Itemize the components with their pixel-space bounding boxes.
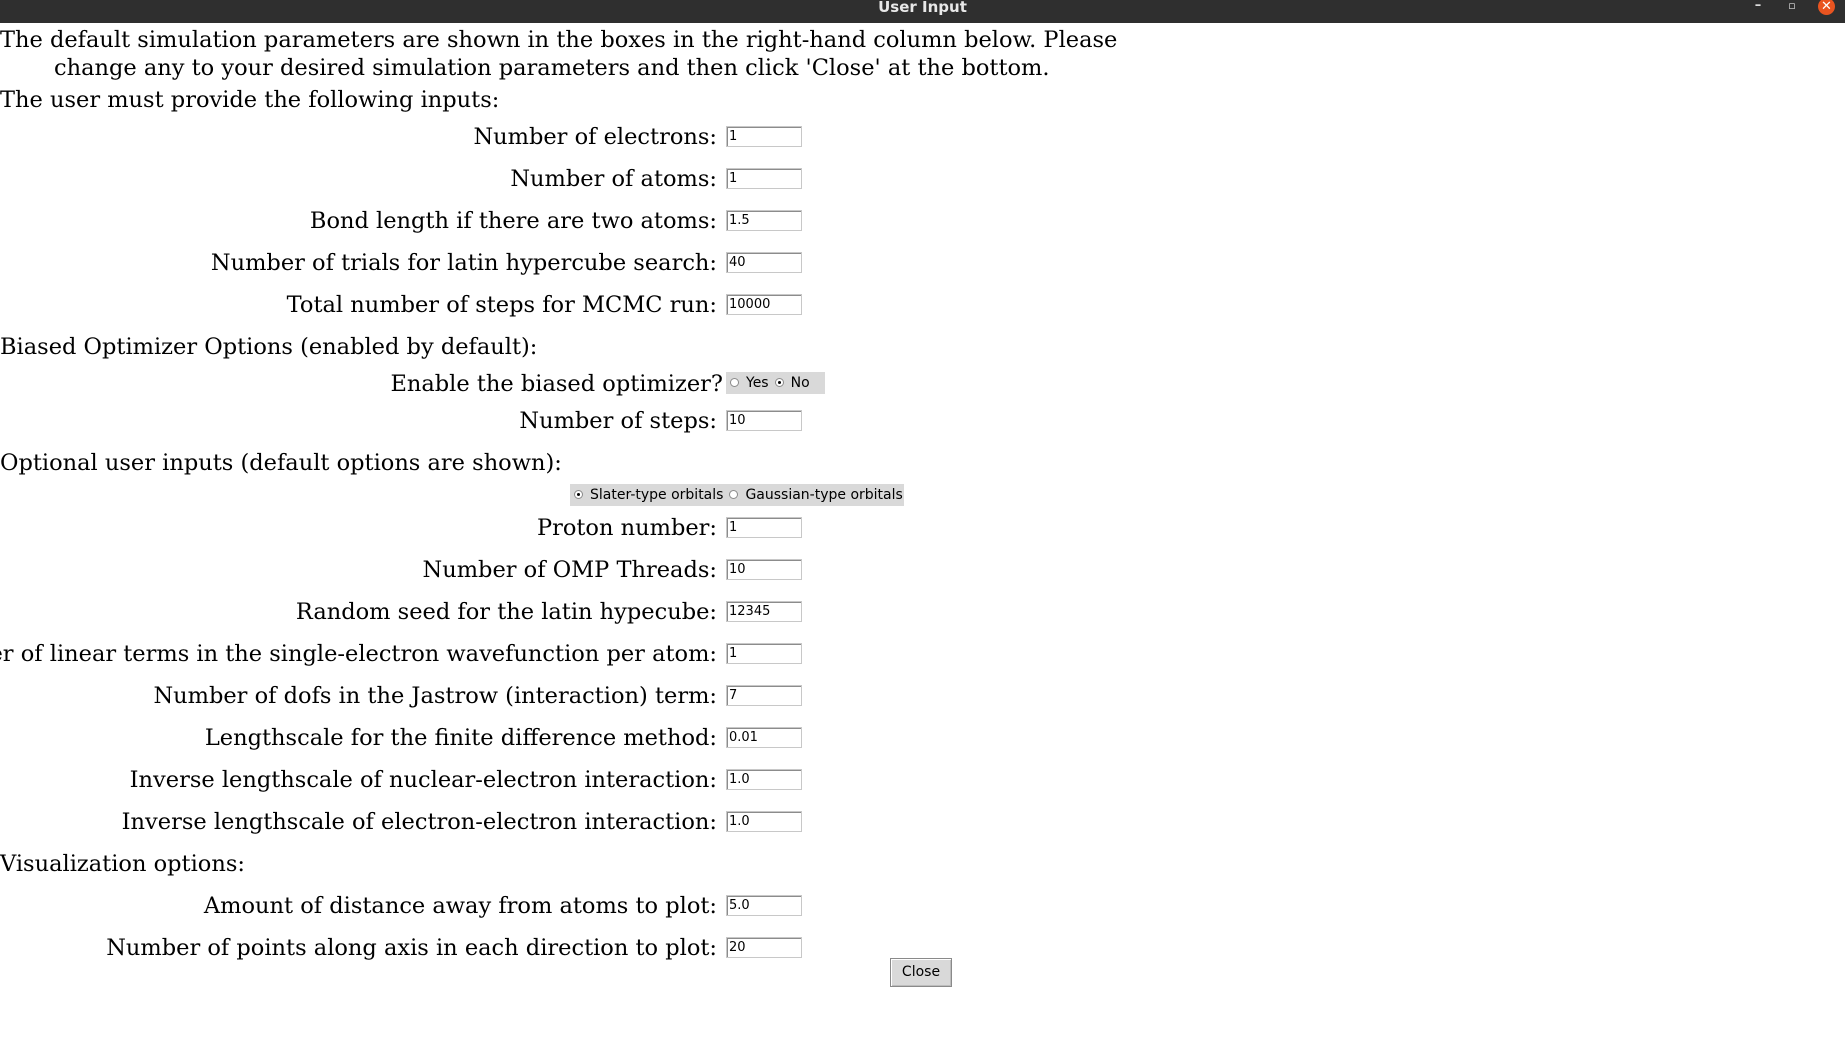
radio-on-icon xyxy=(574,489,583,499)
lhs-trials-input[interactable] xyxy=(726,252,802,273)
biased-optimizer-radio-group: Yes No xyxy=(726,372,825,394)
gaussian-label: Gaussian-type orbitals xyxy=(745,487,903,503)
distance-label: Amount of distance away from atoms to pl… xyxy=(203,893,717,919)
enable-biased-label: Enable the biased optimizer? xyxy=(390,371,723,397)
points-input[interactable] xyxy=(726,937,802,958)
radio-off-icon xyxy=(730,377,739,387)
required-heading: The user must provide the following inpu… xyxy=(0,87,500,113)
nuc-elec-input[interactable] xyxy=(726,769,802,790)
bond-length-label: Bond length if there are two atoms: xyxy=(309,208,717,234)
jastrow-input[interactable] xyxy=(726,685,802,706)
jastrow-label: Number of dofs in the Jastrow (interacti… xyxy=(153,683,717,709)
omp-label: Number of OMP Threads: xyxy=(422,557,717,583)
slater-radio[interactable]: Slater-type orbitals xyxy=(574,484,723,506)
intro-text-line2: change any to your desired simulation pa… xyxy=(54,55,1050,81)
close-button[interactable]: Close xyxy=(890,958,952,987)
mcmc-steps-label: Total number of steps for MCMC run: xyxy=(286,292,717,318)
radio-off-icon xyxy=(729,489,739,499)
optional-heading: Optional user inputs (default options ar… xyxy=(0,450,562,476)
biased-heading: Biased Optimizer Options (enabled by def… xyxy=(0,334,538,360)
lhs-trials-label: Number of trials for latin hypercube sea… xyxy=(210,250,717,276)
seed-label: Random seed for the latin hypecube: xyxy=(295,599,717,625)
linear-terms-input[interactable] xyxy=(726,643,802,664)
atoms-input[interactable] xyxy=(726,168,802,189)
linear-terms-label: Number of linear terms in the single-ele… xyxy=(0,641,717,667)
orbital-type-radio-group: Slater-type orbitals Gaussian-type orbita… xyxy=(570,484,904,506)
elec-elec-label: Inverse lengthscale of electron-electron… xyxy=(121,809,717,835)
visualization-heading: Visualization options: xyxy=(0,851,245,877)
elec-elec-input[interactable] xyxy=(726,811,802,832)
proton-label: Proton number: xyxy=(536,515,717,541)
fd-scale-label: Lengthscale for the finite difference me… xyxy=(204,725,717,751)
slater-label: Slater-type orbitals xyxy=(590,487,724,503)
distance-input[interactable] xyxy=(726,895,802,916)
mcmc-steps-input[interactable] xyxy=(726,294,802,315)
seed-input[interactable] xyxy=(726,601,802,622)
biased-yes-label: Yes xyxy=(746,375,769,391)
gaussian-radio[interactable]: Gaussian-type orbitals xyxy=(729,484,903,506)
radio-on-icon xyxy=(774,377,784,387)
electrons-label: Number of electrons: xyxy=(473,124,717,150)
electrons-input[interactable] xyxy=(726,126,802,147)
form-content: The default simulation parameters are sh… xyxy=(0,0,1845,1037)
nuc-elec-label: Inverse lengthscale of nuclear-electron … xyxy=(129,767,717,793)
points-label: Number of points along axis in each dire… xyxy=(106,935,717,961)
intro-text-line1: The default simulation parameters are sh… xyxy=(0,27,1118,53)
biased-no-label: No xyxy=(790,375,810,391)
biased-yes-radio[interactable]: Yes xyxy=(730,372,769,394)
biased-steps-input[interactable] xyxy=(726,410,802,431)
omp-input[interactable] xyxy=(726,559,802,580)
biased-steps-label: Number of steps: xyxy=(519,408,717,434)
bond-length-input[interactable] xyxy=(726,210,802,231)
biased-no-radio[interactable]: No xyxy=(774,372,810,394)
atoms-label: Number of atoms: xyxy=(510,166,717,192)
proton-input[interactable] xyxy=(726,517,802,538)
fd-scale-input[interactable] xyxy=(726,727,802,748)
